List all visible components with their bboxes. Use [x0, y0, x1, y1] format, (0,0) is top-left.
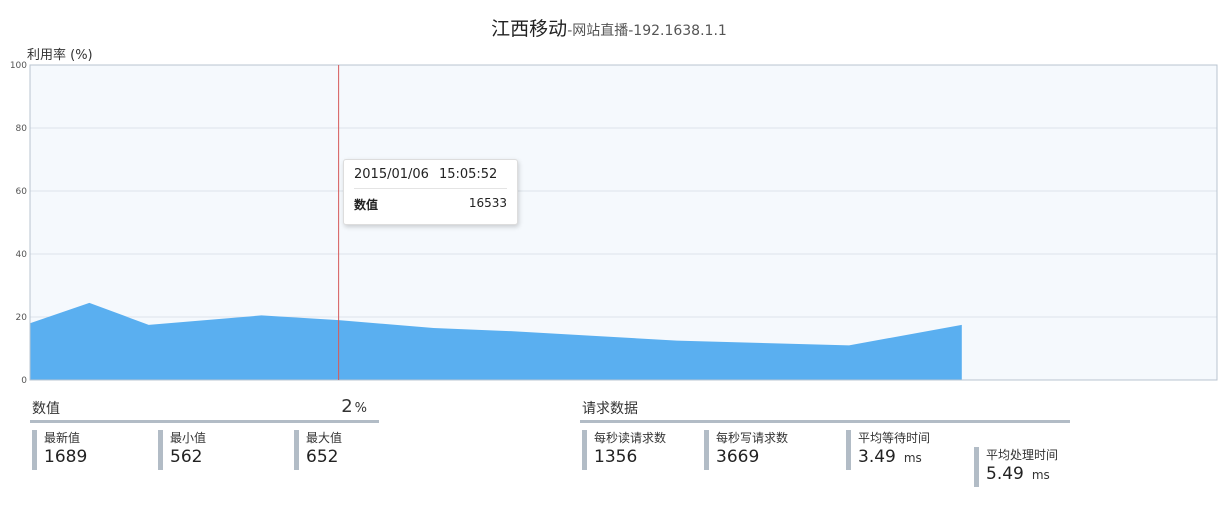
metric-min-value: 562	[170, 447, 203, 467]
tooltip-value: 16533	[468, 196, 507, 210]
value-panel: 数值 2% 最新值 1689 最小值 562 最大值 652	[30, 396, 379, 486]
y-tick-label: 60	[16, 187, 28, 197]
metric-read-rps-label: 每秒读请求数	[594, 431, 667, 445]
tooltip-header: 2015/01/06 15:05:52	[354, 160, 507, 189]
metric-avg-wait: 平均等待时间 3.49 ms	[846, 430, 930, 470]
tooltip-row: 数值 16533	[354, 189, 507, 213]
metric-min: 最小值 562	[158, 430, 206, 470]
metric-avg-process-value: 5.49 ms	[986, 462, 1058, 487]
utilization-chart[interactable]: 0 20 40 60 80 100	[0, 0, 1218, 400]
metric-max: 最大值 652	[294, 430, 342, 470]
tooltip-date: 2015/01/06	[354, 167, 429, 182]
avg-process-number: 5.49	[986, 464, 1024, 484]
metric-max-label: 最大值	[306, 431, 343, 445]
metric-min-label: 最小值	[170, 431, 207, 445]
y-tick-label: 20	[16, 313, 28, 323]
metric-write-rps: 每秒写请求数 3669	[704, 430, 788, 470]
y-tick-label: 100	[10, 61, 27, 71]
metric-avg-wait-label: 平均等待时间	[858, 431, 931, 445]
y-tick-label: 80	[16, 124, 28, 134]
chart-tooltip: 2015/01/06 15:05:52 数值 16533	[343, 159, 518, 225]
metric-latest: 最新值 1689	[32, 430, 87, 470]
metric-write-rps-label: 每秒写请求数	[716, 431, 789, 445]
tooltip-label: 数值	[354, 198, 379, 212]
avg-wait-number: 3.49	[858, 447, 896, 467]
value-panel-header: 数值 2%	[30, 396, 379, 423]
metric-avg-wait-value: 3.49 ms	[858, 445, 930, 470]
avg-wait-unit: ms	[903, 451, 922, 465]
request-panel-header: 请求数据	[580, 396, 1070, 423]
metric-write-rps-value: 3669	[716, 447, 760, 467]
value-panel-title: 数值	[32, 401, 60, 417]
metric-avg-process-label: 平均处理时间	[986, 448, 1059, 462]
percent-value: 2	[341, 396, 353, 417]
y-tick-label: 40	[16, 250, 28, 260]
metric-max-value: 652	[306, 447, 339, 467]
metric-latest-label: 最新值	[44, 431, 81, 445]
y-tick-label: 0	[21, 376, 27, 386]
request-panel-title: 请求数据	[582, 401, 638, 417]
value-panel-percent: 2%	[341, 396, 367, 417]
metric-latest-value: 1689	[44, 447, 88, 467]
metric-read-rps-value: 1356	[594, 447, 638, 467]
metric-avg-process: 平均处理时间 5.49 ms	[974, 447, 1058, 487]
tooltip-time: 15:05:52	[438, 167, 498, 182]
avg-process-unit: ms	[1031, 468, 1050, 482]
request-panel: 请求数据 每秒读请求数 1356 每秒写请求数 3669 平均等待时间 3.49…	[580, 396, 1070, 496]
percent-unit: %	[354, 401, 367, 416]
metric-read-rps: 每秒读请求数 1356	[582, 430, 666, 470]
